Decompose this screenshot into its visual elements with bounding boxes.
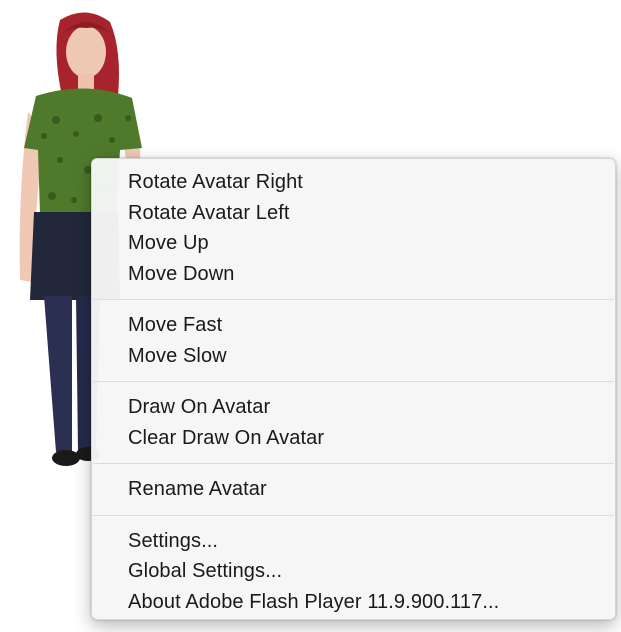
menu-separator [93,381,614,382]
menu-item-about-adobe-flash-player-11-9-900-117[interactable]: About Adobe Flash Player 11.9.900.117... [92,587,615,618]
menu-item-move-down[interactable]: Move Down [92,259,615,290]
menu-item-rotate-avatar-right[interactable]: Rotate Avatar Right [92,167,615,198]
menu-item-rename-avatar[interactable]: Rename Avatar [92,474,615,505]
flash-stage[interactable]: Rotate Avatar Right Rotate Avatar Left Mov… [0,0,621,632]
menu-item-move-slow[interactable]: Move Slow [92,341,615,372]
menu-item-settings[interactable]: Settings... [92,526,615,557]
menu-item-clear-draw-on-avatar[interactable]: Clear Draw On Avatar [92,423,615,454]
menu-item-global-settings[interactable]: Global Settings... [92,556,615,587]
menu-item-move-up[interactable]: Move Up [92,228,615,259]
menu-item-rotate-avatar-left[interactable]: Rotate Avatar Left [92,198,615,229]
menu-item-move-fast[interactable]: Move Fast [92,310,615,341]
menu-separator [93,299,614,300]
context-menu: Rotate Avatar Right Rotate Avatar Left Mov… [91,158,616,620]
menu-item-draw-on-avatar[interactable]: Draw On Avatar [92,392,615,423]
menu-separator [93,514,614,516]
menu-separator [93,463,614,464]
